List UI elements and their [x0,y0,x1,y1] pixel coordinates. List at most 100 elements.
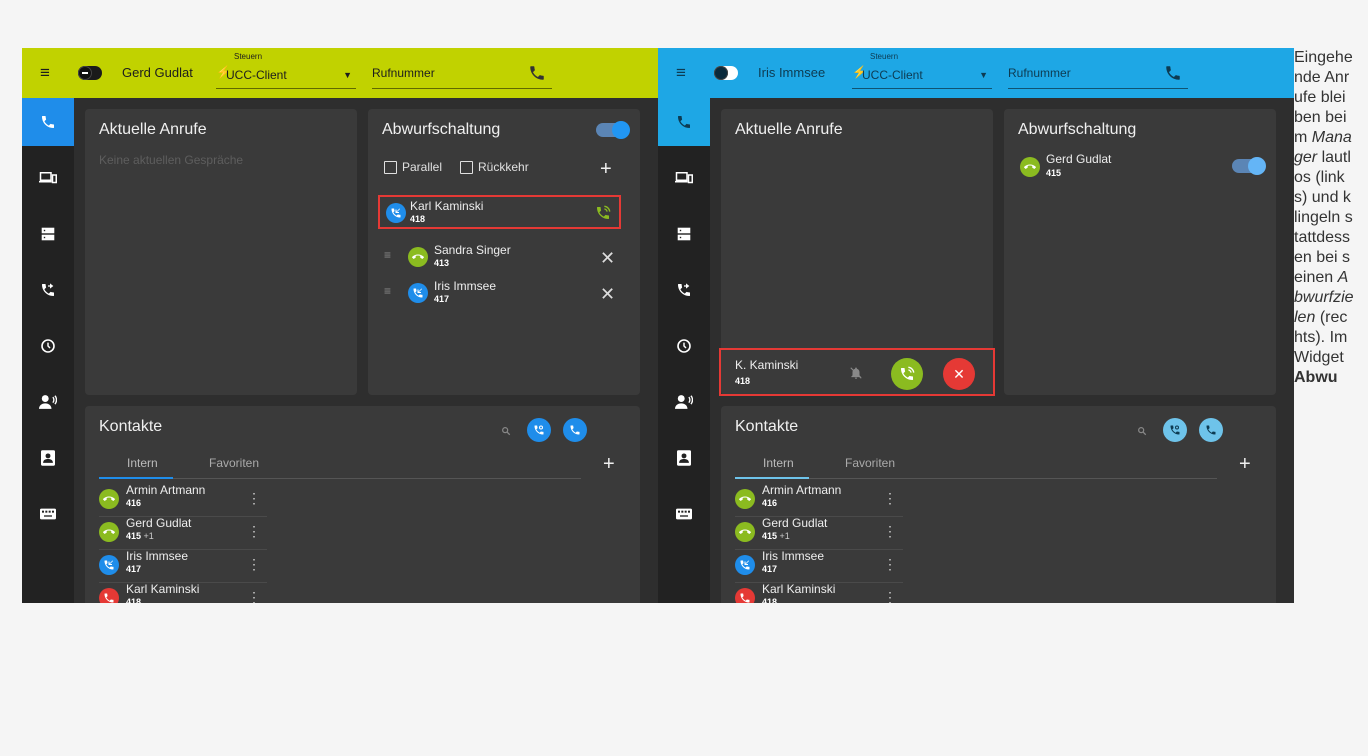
avatar [99,588,119,603]
control-value: UCC-Client [226,68,287,82]
control-select[interactable]: Steuern ⚡ UCC-Client ▼ [852,52,992,89]
kebab-icon[interactable]: ⋮ [247,590,261,603]
incoming-caller-name: K. Kaminski [735,358,799,372]
contact-ext: 415 +1 [762,531,790,541]
dial-contact-button[interactable] [563,418,587,442]
sidebar-item-calls[interactable] [22,98,74,146]
tab-intern[interactable]: Intern [763,456,794,470]
tab-favoriten[interactable]: Favoriten [209,456,259,470]
avatar [99,522,119,542]
hangup-icon [1024,164,1036,169]
presence-toggle[interactable] [78,66,102,80]
list-item[interactable]: Gerd Gudlat 415 +1 ⋮ [735,516,903,550]
call-forward-icon [42,283,54,296]
return-label: Rückkehr [478,160,529,174]
list-item[interactable]: Gerd Gudlat 415 +1 ⋮ [99,516,267,550]
incoming-call-icon [413,288,423,298]
number-input[interactable]: Rufnummer [372,62,552,89]
number-placeholder: Rufnummer [1008,66,1071,80]
add-contact-button[interactable]: + [1239,454,1251,474]
kebab-icon[interactable]: ⋮ [883,491,897,505]
drag-handle-icon[interactable]: ≡ [384,248,391,262]
add-target-button[interactable]: + [600,159,612,179]
dial-phone-icon[interactable] [528,64,546,82]
parallel-checkbox[interactable] [384,161,397,174]
contact-ext: 417 [126,564,142,574]
forwarding-card: Abwurfschaltung Gerd Gudlat 415 [1004,109,1276,395]
call-contact-button[interactable] [527,418,551,442]
devices-icon [675,172,693,184]
phone-icon [104,593,114,603]
list-item[interactable]: Armin Artmann 416 ⋮ [99,483,267,517]
incoming-call-highlight: Karl Kaminski 418 [378,195,621,229]
kebab-icon[interactable]: ⋮ [247,557,261,571]
forwarding-toggle[interactable] [1232,157,1266,175]
kebab-icon[interactable]: ⋮ [883,590,897,603]
kebab-icon[interactable]: ⋮ [883,524,897,538]
forward-target-row[interactable]: ≡ Sandra Singer 413 ✕ [382,241,626,275]
contact-ext: 417 [762,564,778,574]
bell-off-icon[interactable] [849,366,863,380]
list-item[interactable]: Iris Immsee 417 ⋮ [735,549,903,583]
menu-icon[interactable]: ≡ [40,64,56,81]
ringing-phone-icon[interactable] [595,205,611,221]
tab-intern[interactable]: Intern [127,456,158,470]
contacts-icon [41,450,55,466]
sidebar-item-forwarding[interactable] [22,266,74,314]
control-select[interactable]: Steuern ⚡ UCC-Client ▼ [216,52,356,89]
number-placeholder: Rufnummer [372,66,435,80]
description-text: Eingehende Anrufe bleiben beim Manager l… [1294,48,1354,388]
kebab-icon[interactable]: ⋮ [247,524,261,538]
sidebar-item-voicemail[interactable] [22,378,74,426]
remove-target-button[interactable]: ✕ [600,285,615,303]
sidebar-item-devices[interactable] [22,154,74,202]
sidebar-item-voicemail[interactable] [658,378,710,426]
add-contact-button[interactable]: + [603,454,615,474]
list-item[interactable]: Karl Kaminski 418 ⋮ [99,582,267,603]
accept-call-button[interactable] [891,358,923,390]
kebab-icon[interactable]: ⋮ [883,557,897,571]
presence-toggle[interactable] [714,66,738,80]
sidebar-item-devices[interactable] [658,154,710,202]
caret-down-icon: ▼ [343,70,352,80]
incoming-caller-ext: 418 [410,214,426,224]
sidebar-item-history[interactable] [658,322,710,370]
search-icon[interactable] [501,426,511,436]
tab-favoriten[interactable]: Favoriten [845,456,895,470]
list-item[interactable]: Karl Kaminski 418 ⋮ [735,582,903,603]
avatar [408,283,428,303]
forwarding-toggle[interactable] [596,121,630,139]
sidebar-item-server[interactable] [22,210,74,258]
call-contact-button[interactable] [1163,418,1187,442]
sidebar-item-contacts[interactable] [22,434,74,482]
contacts-title: Kontakte [99,418,163,435]
sidebar-item-keypad[interactable] [658,490,710,538]
avatar [99,489,119,509]
sidebar-item-forwarding[interactable] [658,266,710,314]
search-icon[interactable] [1137,426,1147,436]
target-ext: 413 [434,258,450,268]
menu-icon[interactable]: ≡ [676,64,692,81]
remove-target-button[interactable]: ✕ [600,249,615,267]
sidebar-item-keypad[interactable] [22,490,74,538]
sidebar-item-server[interactable] [658,210,710,258]
dial-contact-button[interactable] [1199,418,1223,442]
number-input[interactable]: Rufnummer [1008,62,1188,89]
dial-phone-icon[interactable] [1164,64,1182,82]
list-item[interactable]: Armin Artmann 416 ⋮ [735,483,903,517]
sidebar-item-history[interactable] [22,322,74,370]
reject-call-button[interactable]: ✕ [943,358,975,390]
call-forward-icon [678,283,690,296]
contact-name: Gerd Gudlat [126,516,192,530]
return-checkbox[interactable] [460,161,473,174]
incoming-call-icon [740,560,750,570]
forward-target-row[interactable]: ≡ Iris Immsee 417 ✕ [382,277,626,311]
list-item[interactable]: Iris Immsee 417 ⋮ [99,549,267,583]
contact-name: Iris Immsee [126,549,189,563]
sidebar-item-calls[interactable] [658,98,710,146]
drag-handle-icon[interactable]: ≡ [384,284,391,298]
kebab-icon[interactable]: ⋮ [247,491,261,505]
phone-ring-icon [534,425,544,435]
sidebar-item-contacts[interactable] [658,434,710,482]
server-icon [41,227,55,241]
